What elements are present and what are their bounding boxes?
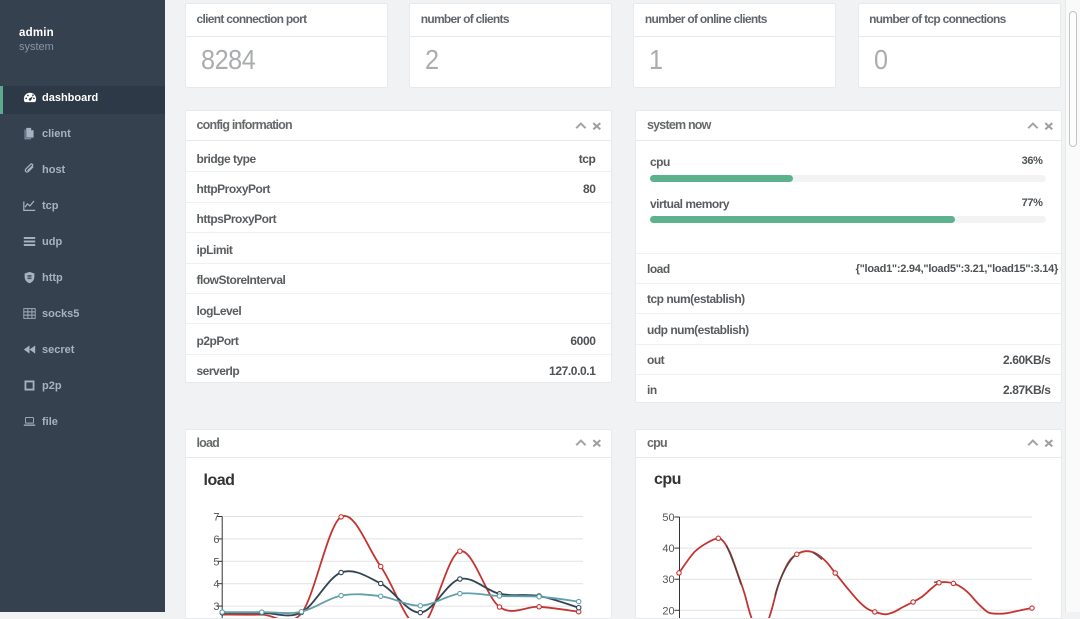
svg-text:20: 20 bbox=[662, 605, 674, 617]
svg-text:5: 5 bbox=[213, 556, 219, 568]
svg-text:3: 3 bbox=[213, 601, 219, 613]
svg-text:50: 50 bbox=[662, 512, 674, 524]
svg-text:4: 4 bbox=[213, 578, 219, 590]
svg-text:6: 6 bbox=[213, 533, 219, 545]
svg-text:40: 40 bbox=[662, 543, 674, 555]
svg-text:30: 30 bbox=[662, 574, 674, 586]
svg-text:7: 7 bbox=[213, 511, 219, 523]
